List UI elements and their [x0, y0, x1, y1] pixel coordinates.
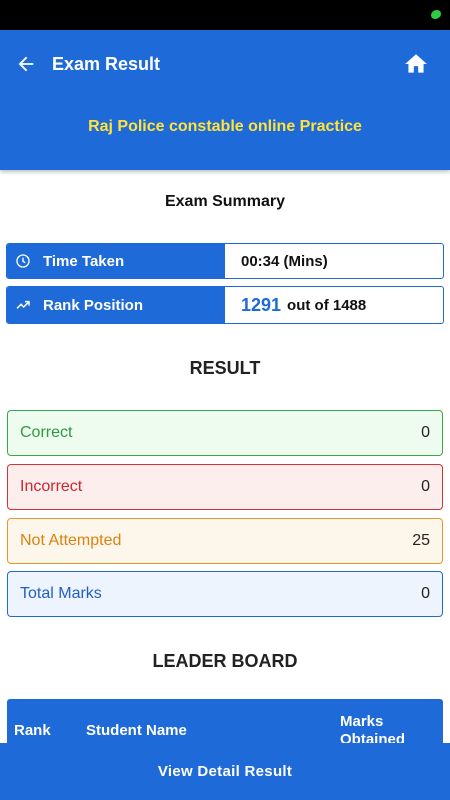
rank-position-label: Rank Position: [43, 296, 144, 314]
correct-box: Correct 0: [7, 410, 443, 456]
rank-position-label-cell: Rank Position: [7, 287, 225, 323]
status-bar: [0, 0, 450, 30]
back-button[interactable]: [12, 50, 40, 78]
rank-position-value: 1291 out of 1488: [225, 287, 443, 323]
time-taken-value: 00:34 (Mins): [241, 252, 328, 270]
view-detail-result-button[interactable]: View Detail Result: [0, 743, 450, 800]
incorrect-value: 0: [421, 478, 430, 495]
home-icon: [405, 54, 427, 73]
app-bar: Exam Result Raj Police constable online …: [0, 30, 450, 170]
total-marks-value: 0: [421, 585, 430, 602]
time-taken-row: Time Taken 00:34 (Mins): [6, 243, 444, 279]
column-student-name: Student Name: [86, 722, 187, 739]
time-taken-label: Time Taken: [43, 252, 125, 270]
incorrect-label: Incorrect: [20, 478, 83, 495]
notification-dot-icon: [431, 10, 441, 19]
rank-total: out of 1488: [287, 296, 367, 314]
clock-icon: [16, 254, 30, 268]
not-attempted-box: Not Attempted 25: [7, 518, 443, 564]
rank-number: 1291: [241, 294, 282, 315]
time-taken-label-cell: Time Taken: [7, 244, 225, 278]
not-attempted-label: Not Attempted: [20, 532, 122, 549]
correct-label: Correct: [20, 424, 73, 441]
arrow-left-icon: [18, 56, 34, 72]
page-title: Exam Result: [52, 54, 161, 74]
not-attempted-value: 25: [412, 532, 430, 549]
leaderboard-heading: LEADER BOARD: [152, 651, 298, 671]
column-rank: Rank: [14, 722, 51, 739]
incorrect-box: Incorrect 0: [7, 464, 443, 510]
exam-subtitle: Raj Police constable online Practice: [88, 118, 362, 135]
total-marks-label: Total Marks: [20, 585, 102, 602]
rank-position-row: Rank Position 1291 out of 1488: [6, 286, 444, 324]
result-heading: RESULT: [189, 358, 261, 378]
home-button[interactable]: [402, 50, 430, 78]
trending-up-icon: [16, 300, 30, 309]
total-marks-box: Total Marks 0: [7, 571, 443, 617]
correct-value: 0: [421, 424, 430, 441]
summary-heading: Exam Summary: [164, 193, 286, 210]
